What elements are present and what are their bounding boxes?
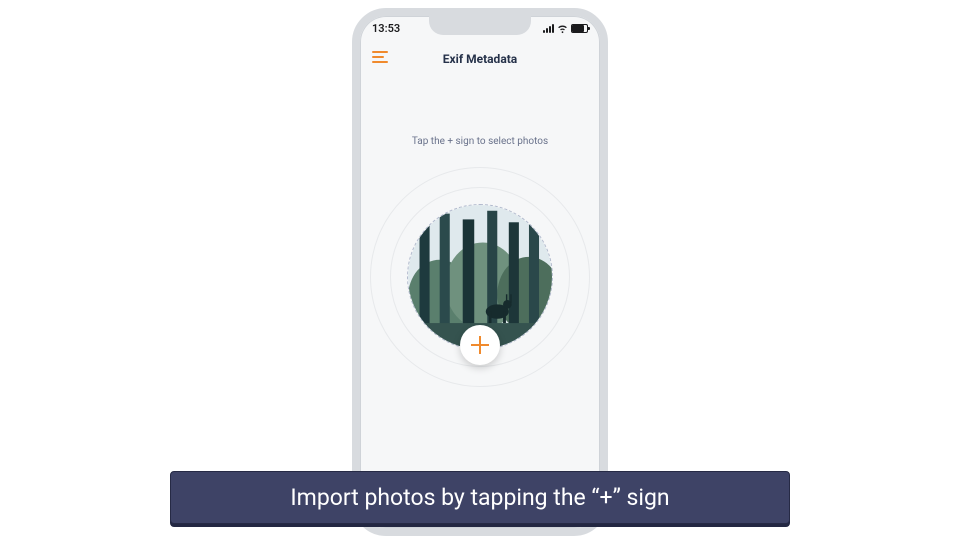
wifi-icon	[557, 23, 568, 34]
status-time: 13:53	[372, 22, 400, 35]
battery-icon	[571, 24, 588, 33]
menu-icon[interactable]	[372, 51, 388, 63]
app-title: Exif Metadata	[443, 52, 517, 66]
add-photo-button[interactable]	[460, 325, 500, 365]
signal-icon	[543, 24, 554, 33]
instruction-caption: Import photos by tapping the “+” sign	[170, 471, 790, 524]
photo-drop-area	[370, 167, 590, 387]
hint-text: Tap the + sign to select photos	[412, 136, 548, 147]
phone-notch	[429, 15, 531, 35]
status-indicators	[543, 23, 588, 34]
phone-frame: 13:53 Exif Metadata Tap the + sign to se…	[352, 8, 608, 536]
main-content: Tap the + sign to select photos	[360, 136, 600, 387]
app-header: Exif Metadata	[360, 44, 600, 74]
